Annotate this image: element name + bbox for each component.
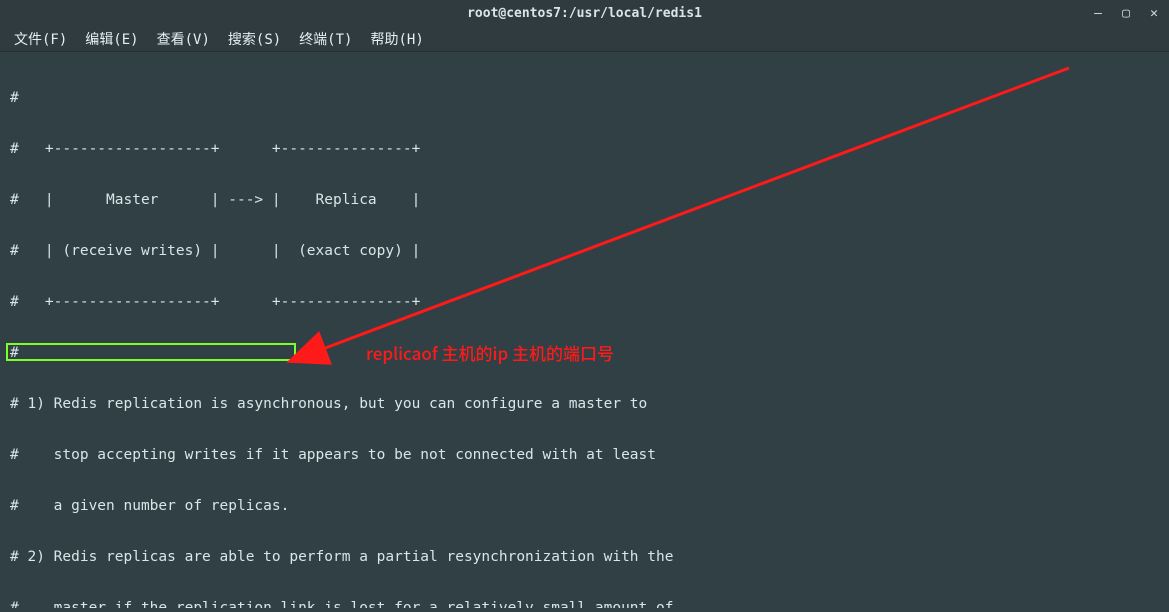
menu-search[interactable]: 搜索(S) bbox=[222, 27, 287, 51]
terminal-line: # bbox=[10, 345, 1159, 362]
terminal-line: # | (receive writes) | | (exact copy) | bbox=[10, 243, 1159, 260]
maximize-button[interactable]: ▢ bbox=[1117, 4, 1135, 22]
terminal-line: # a given number of replicas. bbox=[10, 498, 1159, 515]
window-title: root@centos7:/usr/local/redis1 bbox=[0, 6, 1169, 21]
terminal-line: # stop accepting writes if it appears to… bbox=[10, 447, 1159, 464]
menu-file[interactable]: 文件(F) bbox=[8, 27, 73, 51]
terminal-line: # master if the replication link is lost… bbox=[10, 600, 1159, 608]
terminal-window: root@centos7:/usr/local/redis1 — ▢ ✕ 文件(… bbox=[0, 0, 1169, 612]
terminal-line: # 2) Redis replicas are able to perform … bbox=[10, 549, 1159, 566]
window-controls: — ▢ ✕ bbox=[1089, 4, 1163, 22]
terminal-line: # +------------------+ +---------------+ bbox=[10, 294, 1159, 311]
terminal-line: # bbox=[10, 90, 1159, 107]
menu-view[interactable]: 查看(V) bbox=[151, 27, 216, 51]
menu-help[interactable]: 帮助(H) bbox=[364, 27, 429, 51]
terminal-output[interactable]: # # +------------------+ +--------------… bbox=[4, 52, 1165, 608]
menu-terminal[interactable]: 终端(T) bbox=[293, 27, 358, 51]
terminal-line: # +------------------+ +---------------+ bbox=[10, 141, 1159, 158]
menu-bar: 文件(F) 编辑(E) 查看(V) 搜索(S) 终端(T) 帮助(H) bbox=[0, 26, 1169, 52]
menu-edit[interactable]: 编辑(E) bbox=[79, 27, 144, 51]
window-titlebar: root@centos7:/usr/local/redis1 — ▢ ✕ bbox=[0, 0, 1169, 26]
terminal-line: # | Master | ---> | Replica | bbox=[10, 192, 1159, 209]
close-button[interactable]: ✕ bbox=[1145, 4, 1163, 22]
minimize-button[interactable]: — bbox=[1089, 4, 1107, 22]
terminal-line: # 1) Redis replication is asynchronous, … bbox=[10, 396, 1159, 413]
